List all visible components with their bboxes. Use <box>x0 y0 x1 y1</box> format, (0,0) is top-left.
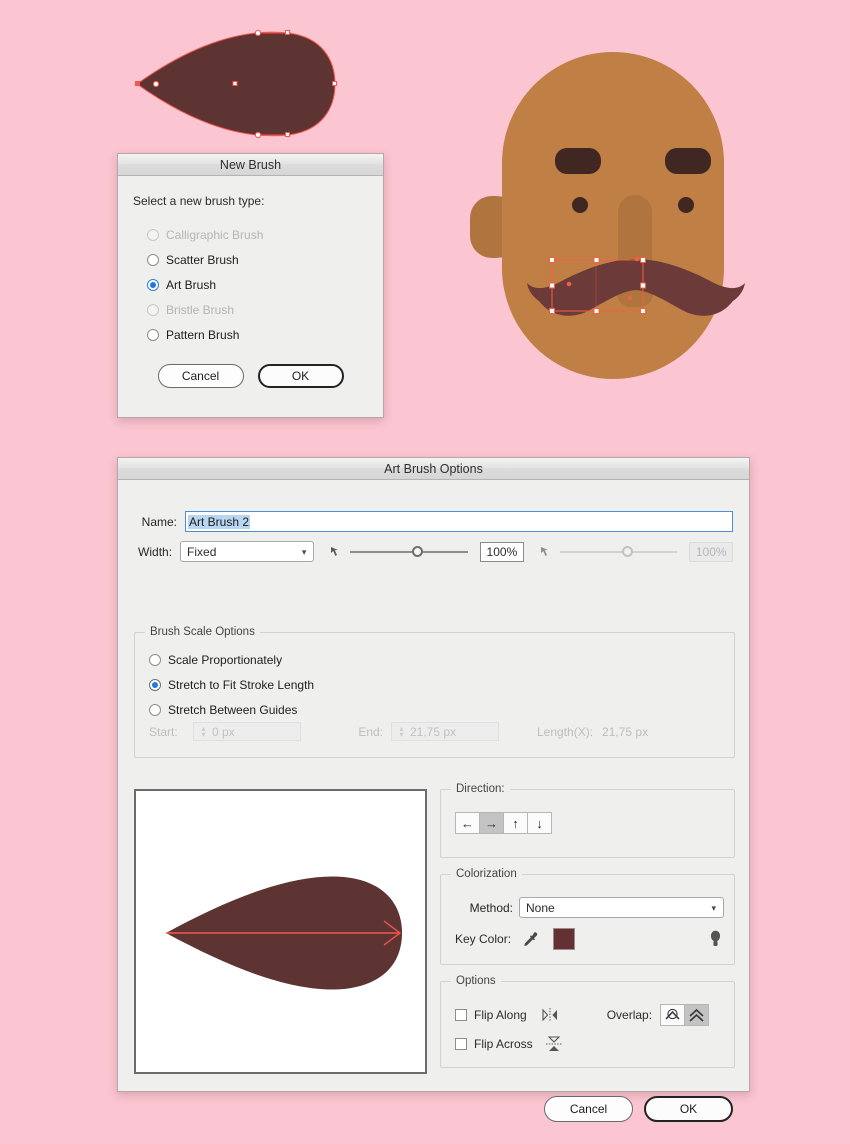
radio-stretch-between-guides[interactable]: Stretch Between Guides <box>149 697 734 722</box>
length-value: 21,75 px <box>602 724 649 739</box>
key-color-swatch[interactable] <box>553 928 576 950</box>
art-brush-options-title: Art Brush Options <box>384 461 483 476</box>
pen-pressure-icon <box>331 546 339 556</box>
overlap-icon[interactable] <box>684 1004 710 1026</box>
key-color-label: Key Color: <box>455 932 512 946</box>
arrow-left-icon[interactable]: ← <box>455 812 480 834</box>
no-overlap-icon[interactable] <box>660 1004 686 1026</box>
method-label: Method: <box>469 900 513 915</box>
art-brush-options-titlebar: Art Brush Options <box>118 458 749 480</box>
end-label: End: <box>358 724 383 739</box>
name-input[interactable]: Art Brush 2 <box>185 511 733 532</box>
flip-across-row: Flip Across <box>455 1035 563 1053</box>
start-label: Start: <box>149 724 178 739</box>
brush-preview <box>134 789 427 1074</box>
arrow-up-icon[interactable]: ↑ <box>503 812 528 834</box>
method-select-value: None <box>526 900 555 915</box>
slider-track <box>350 550 469 553</box>
width-select-value: Fixed <box>187 544 217 559</box>
radio-label: Art Brush <box>166 277 217 292</box>
flip-across-label: Flip Across <box>474 1037 533 1051</box>
radio-indicator <box>147 328 159 341</box>
teardrop-artwork[interactable] <box>135 29 337 139</box>
name-row: Name: Art Brush 2 <box>134 511 733 532</box>
slider-track <box>559 550 678 553</box>
radio-scatter-brush[interactable]: Scatter Brush <box>147 247 383 272</box>
end-value: 21,75 px <box>410 724 457 739</box>
new-brush-prompt: Select a new brush type: <box>133 194 265 208</box>
new-brush-dialog: New Brush Select a new brush type: Calli… <box>117 153 384 418</box>
end-input: ▴ ▾ 21,75 px <box>391 722 499 741</box>
new-brush-titlebar: New Brush <box>118 154 383 176</box>
stepper-icon: ▴ ▾ <box>399 723 404 739</box>
radio-art-brush[interactable]: Art Brush <box>136 268 383 297</box>
radio-label: Bristle Brush <box>166 302 235 317</box>
arrow-right-icon[interactable]: → <box>479 812 504 834</box>
art-brush-options-dialog: Art Brush Options Name: Art Brush 2 Widt… <box>117 457 750 1122</box>
arrow-down-icon[interactable]: ↓ <box>527 812 552 834</box>
new-brush-cancel-button[interactable]: Cancel <box>157 364 244 388</box>
new-brush-title: New Brush <box>219 157 282 172</box>
chevron-down-icon: ▾ <box>711 903 716 913</box>
options-legend: Options <box>451 975 501 987</box>
brush-scale-options-group: Brush Scale Options Scale Proportionatel… <box>134 626 735 758</box>
radio-indicator <box>149 678 161 691</box>
direction-legend: Direction: <box>451 783 510 795</box>
radio-label: Scale Proportionately <box>168 652 283 667</box>
length-label: Length(X): <box>537 724 594 739</box>
overlap-label: Overlap: <box>606 1008 653 1022</box>
radio-indicator <box>147 278 159 291</box>
radio-indicator <box>147 303 159 316</box>
width-row: Width: Fixed ▾ 100% 100% <box>134 541 733 562</box>
width-slider-2 <box>559 544 678 560</box>
radio-label: Pattern Brush <box>166 327 240 342</box>
width-label: Width: <box>138 544 173 559</box>
brush-scale-legend: Brush Scale Options <box>145 626 260 638</box>
flip-along-icon <box>542 1008 557 1022</box>
new-brush-ok-button[interactable]: OK <box>257 364 344 388</box>
radio-label: Stretch Between Guides <box>168 702 298 717</box>
radio-pattern-brush[interactable]: Pattern Brush <box>147 322 383 347</box>
colorization-legend: Colorization <box>451 868 522 880</box>
face-illustration[interactable] <box>470 52 745 379</box>
radio-bristle-brush[interactable]: Bristle Brush <box>147 297 383 322</box>
colorization-group: Colorization Method: None ▾ Key Color: <box>440 868 735 965</box>
start-input: ▴ ▾ 0 px <box>193 722 301 741</box>
slider-knob <box>621 546 633 557</box>
chevron-down-icon: ▾ <box>301 547 307 557</box>
radio-scale-proportionately[interactable]: Scale Proportionately <box>149 647 734 672</box>
stepper-icon: ▴ ▾ <box>201 723 206 739</box>
radio-indicator <box>149 703 161 716</box>
art-brush-ok-button[interactable]: OK <box>644 1096 733 1122</box>
radio-label: Calligraphic Brush <box>166 227 264 242</box>
name-label: Name: <box>141 514 177 529</box>
radio-label: Stretch to Fit Stroke Length <box>168 677 315 692</box>
width-percent-1[interactable]: 100% <box>480 541 524 562</box>
guides-row: Start: ▴ ▾ 0 px End: ▴ ▾ 21,75 px Length(X… <box>149 722 648 741</box>
width-percent-2: 100% <box>689 541 733 562</box>
flip-across-icon <box>545 1036 562 1051</box>
radio-indicator <box>147 253 159 266</box>
flip-along-label: Flip Along <box>474 1008 527 1022</box>
radio-calligraphic-brush[interactable]: Calligraphic Brush <box>147 222 383 247</box>
start-value: 0 px <box>212 724 235 739</box>
slider-knob[interactable] <box>412 546 424 557</box>
width-select[interactable]: Fixed ▾ <box>180 541 315 562</box>
lightbulb-icon[interactable] <box>709 929 722 949</box>
direction-group: Direction: ← → ↑ ↓ <box>440 783 735 858</box>
art-brush-cancel-button[interactable]: Cancel <box>544 1096 633 1122</box>
width-slider-1[interactable] <box>350 544 469 560</box>
method-select[interactable]: None ▾ <box>519 897 724 918</box>
eyedropper-icon[interactable] <box>521 930 539 948</box>
radio-label: Scatter Brush <box>166 252 239 267</box>
flip-along-checkbox[interactable] <box>455 1009 467 1021</box>
name-input-value: Art Brush 2 <box>188 514 251 529</box>
flip-along-row: Flip Along Overlap: <box>455 1004 710 1026</box>
options-group: Options Flip Along Overlap: Flip Across <box>440 975 735 1068</box>
pen-pressure-icon-secondary <box>540 546 548 556</box>
radio-stretch-to-fit[interactable]: Stretch to Fit Stroke Length <box>149 672 734 697</box>
flip-across-checkbox[interactable] <box>455 1038 467 1050</box>
radio-indicator <box>149 653 161 666</box>
radio-indicator <box>147 228 159 241</box>
